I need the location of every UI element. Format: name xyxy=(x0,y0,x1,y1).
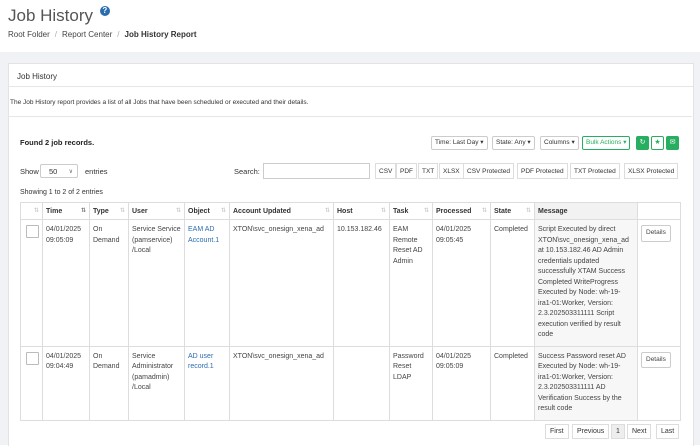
divider xyxy=(8,116,692,117)
processed-cell: 04/01/2025 09:05:45 xyxy=(432,219,491,347)
time-cell: 04/01/2025 09:05:09 xyxy=(42,219,90,347)
message-cell: Success Password reset AD Executed by No… xyxy=(534,345,638,421)
actions-cell: Details xyxy=(637,219,681,347)
host-cell: 10.153.182.46 xyxy=(333,219,390,347)
table-header-row: ⇅ Time ⇅ Type ⇅ User ⇅ Object ⇅ Account Upda… xyxy=(20,202,681,220)
column-header-host[interactable]: Host ⇅ xyxy=(333,202,390,220)
sort-icon: ⇅ xyxy=(525,208,531,214)
sort-icon: ⇅ xyxy=(220,208,226,214)
account-updated-cell: XTON\svc_onesign_xena_ad xyxy=(229,345,334,421)
export-txt-protected-button[interactable]: TXT Protected xyxy=(570,163,620,179)
search-label: Search: xyxy=(234,167,260,176)
export-txt-button[interactable]: TXT xyxy=(418,163,439,179)
column-header-user[interactable]: User ⇅ xyxy=(128,202,185,220)
sort-desc-icon: ⇅ xyxy=(80,208,86,214)
chevron-down-icon: ∨ xyxy=(68,169,73,175)
sort-icon: ⇅ xyxy=(423,208,429,214)
object-cell: EAM AD Account.1 xyxy=(184,219,230,347)
object-cell: AD user record.1 xyxy=(184,345,230,421)
export-xlsx-protected-button[interactable]: XLSX Protected xyxy=(624,163,679,179)
mail-icon[interactable]: ✉ xyxy=(666,136,679,150)
message-cell: Script Executed by direct XTON\svc_onesi… xyxy=(534,219,638,347)
breadcrumb: Root Folder / Report Center / Job History Re… xyxy=(8,30,197,39)
user-cell: Service Service (pamservice) /Local xyxy=(128,219,185,347)
actions-cell: Details xyxy=(637,345,681,421)
task-cell: Password Reset LDAP xyxy=(389,345,433,421)
search-input[interactable] xyxy=(263,163,370,179)
breadcrumb-root-folder[interactable]: Root Folder xyxy=(8,30,50,39)
sort-icon: ⇅ xyxy=(119,208,125,214)
time-cell: 04/01/2025 09:04:49 xyxy=(42,345,90,421)
sort-icon: ⇅ xyxy=(481,208,487,214)
object-link[interactable]: AD user record.1 xyxy=(188,353,214,371)
star-icon[interactable]: ★ xyxy=(651,136,664,150)
account-updated-cell: XTON\svc_onesign_xena_ad xyxy=(229,219,334,347)
column-header-select[interactable]: ⇅ xyxy=(20,202,43,220)
object-link[interactable]: EAM AD Account.1 xyxy=(188,226,219,244)
column-header-processed[interactable]: Processed ⇅ xyxy=(432,202,491,220)
showing-entries-info: Showing 1 to 2 of 2 entries xyxy=(20,189,103,196)
sort-icon: ⇅ xyxy=(324,208,330,214)
columns-dropdown[interactable]: Columns ▾ xyxy=(540,136,579,150)
breadcrumb-current: Job History Report xyxy=(124,30,197,39)
state-filter-dropdown[interactable]: State: Any ▾ xyxy=(492,136,535,150)
panel-title: Job History xyxy=(17,72,58,81)
pagination-previous[interactable]: Previous xyxy=(572,424,610,439)
sort-icon: ⇅ xyxy=(175,208,181,214)
column-header-time[interactable]: Time ⇅ xyxy=(42,202,90,220)
type-cell: On Demand xyxy=(89,219,129,347)
export-pdf-protected-button[interactable]: PDF Protected xyxy=(517,163,568,179)
row-select-cell xyxy=(20,219,43,347)
sort-icon: ⇅ xyxy=(33,208,39,214)
export-csv-button[interactable]: CSV xyxy=(375,163,397,179)
time-filter-dropdown[interactable]: Time: Last Day ▾ xyxy=(431,136,488,150)
export-csv-protected-button[interactable]: CSV Protected xyxy=(463,163,514,179)
pagination-next[interactable]: Next xyxy=(627,424,652,439)
column-header-object[interactable]: Object ⇅ xyxy=(184,202,230,220)
column-header-task[interactable]: Task ⇅ xyxy=(389,202,433,220)
pagination-last[interactable]: Last xyxy=(656,424,680,439)
page-size-select[interactable]: 50 ∨ xyxy=(40,164,78,178)
export-xlsx-button[interactable]: XLSX xyxy=(439,163,464,179)
panel-header: Job History xyxy=(9,64,693,87)
report-description: The Job History report provides a list o… xyxy=(10,99,309,106)
refresh-icon[interactable]: ↻ xyxy=(636,136,649,150)
column-header-type[interactable]: Type ⇅ xyxy=(89,202,129,220)
pagination-first[interactable]: First xyxy=(545,424,569,439)
row-checkbox[interactable] xyxy=(26,225,39,238)
breadcrumb-report-center[interactable]: Report Center xyxy=(62,30,112,39)
user-cell: Service Administrator (pamadmin) /Local xyxy=(128,345,185,421)
details-button[interactable]: Details xyxy=(641,351,671,368)
job-history-table: ⇅ Time ⇅ Type ⇅ User ⇅ Object ⇅ Account Upda… xyxy=(20,202,681,421)
column-header-account-updated[interactable]: Account Updated ⇅ xyxy=(229,202,334,220)
table-row: 04/01/2025 09:04:49 On Demand Service Ad… xyxy=(20,345,681,421)
task-cell: EAM Remote Reset AD Admin xyxy=(389,219,433,347)
bulk-actions-dropdown[interactable]: Bulk Actions ▾ xyxy=(582,136,631,150)
table-row: 04/01/2025 09:05:09 On Demand Service Se… xyxy=(20,219,681,347)
processed-cell: 04/01/2025 09:05:09 xyxy=(432,345,491,421)
column-header-state[interactable]: State ⇅ xyxy=(490,202,535,220)
help-icon[interactable]: ? xyxy=(99,6,110,16)
show-label: Show xyxy=(20,167,39,176)
host-cell xyxy=(333,345,390,421)
found-records-count: Found 2 job records. xyxy=(20,138,95,147)
state-cell: Completed xyxy=(490,345,535,421)
export-pdf-button[interactable]: PDF xyxy=(396,163,417,179)
sort-icon: ⇅ xyxy=(380,208,386,214)
column-header-message: Message xyxy=(534,202,638,220)
page-title: Job History ? xyxy=(8,6,110,26)
state-cell: Completed xyxy=(490,219,535,347)
type-cell: On Demand xyxy=(89,345,129,421)
row-select-cell xyxy=(20,345,43,421)
page-header: Job History ? Root Folder / Report Center /… xyxy=(0,0,700,52)
details-button[interactable]: Details xyxy=(641,225,671,242)
column-header-actions xyxy=(637,202,681,220)
pagination-page-1[interactable]: 1 xyxy=(611,424,625,439)
row-checkbox[interactable] xyxy=(26,351,39,365)
entries-label: entries xyxy=(85,167,108,176)
